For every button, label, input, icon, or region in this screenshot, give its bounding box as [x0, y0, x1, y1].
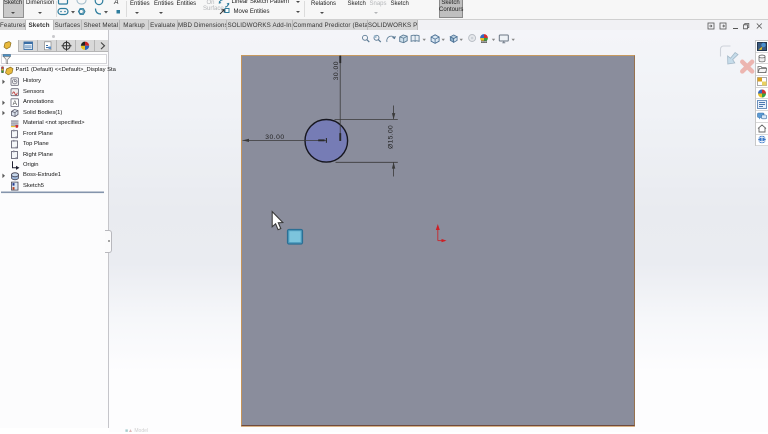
svg-text:A: A [113, 0, 119, 6]
svg-text:Ø15.00: Ø15.00 [387, 125, 394, 149]
svg-text:30.00: 30.00 [265, 134, 284, 141]
svg-text:30.00: 30.00 [333, 61, 340, 80]
svg-text:A: A [13, 100, 18, 107]
